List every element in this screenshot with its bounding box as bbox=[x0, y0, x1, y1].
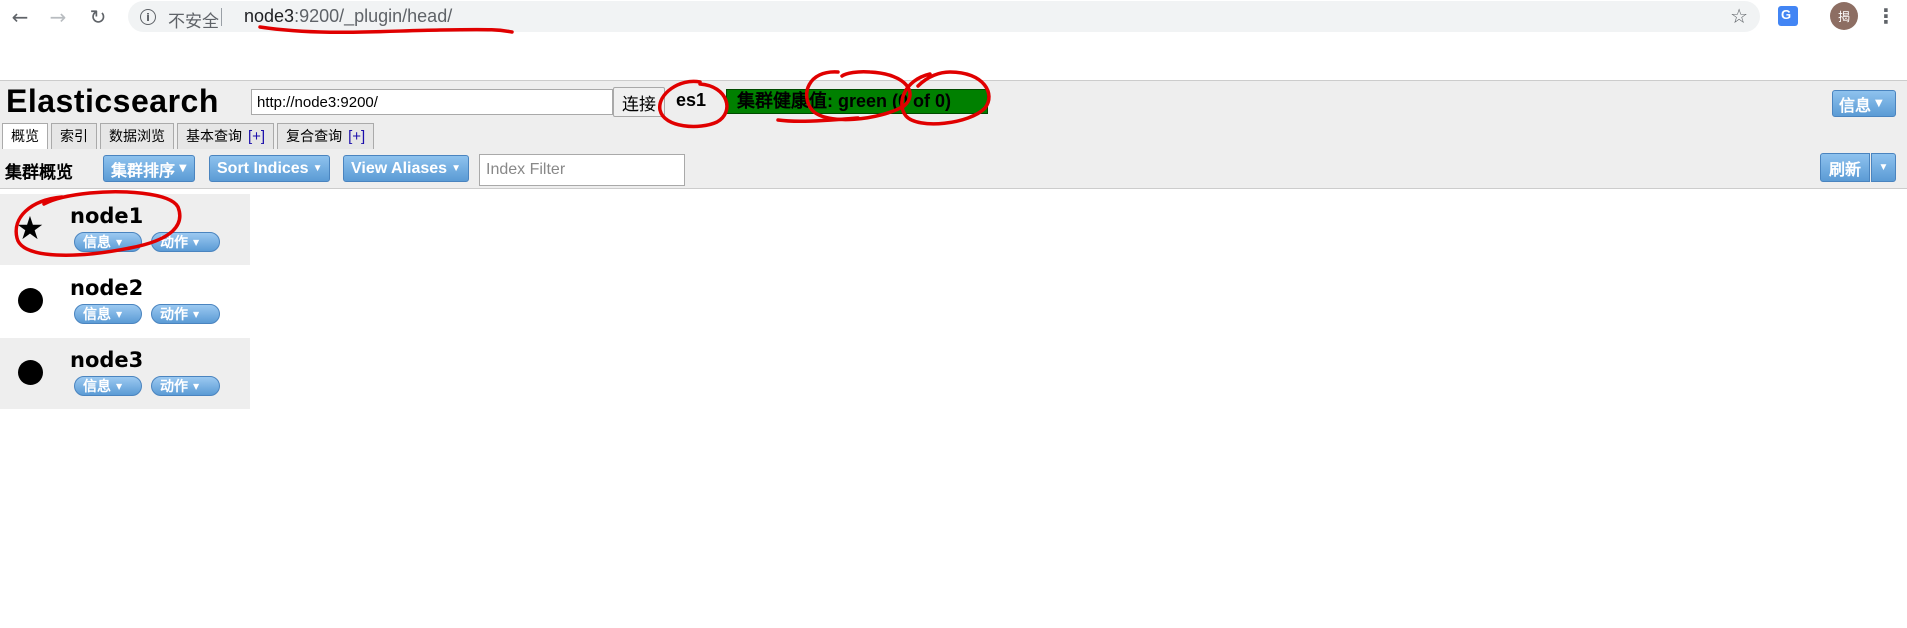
tab-basic-query[interactable]: 基本查询 [+] bbox=[177, 123, 275, 150]
arrow-left-icon: ← bbox=[11, 5, 29, 29]
separator bbox=[221, 8, 222, 26]
node-action-button[interactable]: 动作 ▼ bbox=[151, 304, 220, 324]
url-path: :9200/_plugin/head/ bbox=[294, 6, 453, 26]
tab-compound-query[interactable]: 复合查询 [+] bbox=[277, 123, 375, 150]
caret-down-icon: ▼ bbox=[193, 237, 200, 247]
reload-icon: ↻ bbox=[89, 5, 107, 29]
back-button[interactable]: ← bbox=[8, 5, 32, 29]
overview-title: 集群概览 bbox=[5, 163, 73, 183]
node-info-button[interactable]: 信息 ▼ bbox=[74, 376, 142, 396]
url-host: node3 bbox=[244, 6, 295, 26]
caret-down-icon: ▼ bbox=[179, 163, 187, 174]
arrow-right-icon: → bbox=[49, 5, 67, 29]
info-icon[interactable]: i bbox=[140, 9, 156, 25]
tab-add-link[interactable]: [+] bbox=[248, 128, 265, 145]
info-menu-label: 信息 bbox=[1839, 95, 1872, 115]
es-header: Elasticsearch 连接 es1 集群健康值: green (0 of … bbox=[0, 80, 1907, 151]
sort-indices-label: Sort Indices bbox=[217, 159, 309, 177]
master-star-icon: ★ bbox=[15, 209, 45, 247]
tab-browser[interactable]: 数据浏览 bbox=[100, 123, 174, 150]
sort-cluster-label: 集群排序 bbox=[111, 160, 176, 180]
security-status[interactable]: 不安全 bbox=[168, 7, 219, 32]
cluster-name: es1 bbox=[676, 90, 707, 110]
tab-label: 索引 bbox=[60, 129, 88, 145]
address-bar[interactable]: i 不安全 node3:9200/_plugin/head/ ☆ bbox=[128, 1, 1760, 32]
view-aliases-button[interactable]: View Aliases ▼ bbox=[343, 155, 469, 182]
node-action-label: 动作 bbox=[160, 379, 188, 395]
node-row: node3 信息 ▼ 动作 ▼ bbox=[0, 338, 250, 409]
node-action-label: 动作 bbox=[160, 235, 188, 251]
node-action-label: 动作 bbox=[160, 307, 188, 323]
node-row: ★ node1 信息 ▼ 动作 ▼ bbox=[0, 194, 250, 265]
node-info-label: 信息 bbox=[83, 307, 111, 323]
node-row: node2 信息 ▼ 动作 ▼ bbox=[0, 266, 250, 337]
caret-down-icon: ▼ bbox=[312, 163, 323, 174]
sort-cluster-button[interactable]: 集群排序 ▼ bbox=[103, 155, 195, 182]
node-name: node1 bbox=[70, 204, 144, 228]
cluster-health-badge: 集群健康值: green (0 of 0) bbox=[726, 89, 988, 114]
tab-add-link[interactable]: [+] bbox=[348, 128, 365, 145]
node-info-label: 信息 bbox=[83, 235, 111, 251]
tab-overview[interactable]: 概览 bbox=[2, 123, 48, 151]
caret-down-icon: ▼ bbox=[451, 163, 461, 174]
avatar[interactable]: 揭 bbox=[1830, 2, 1858, 30]
connect-button[interactable]: 连接 bbox=[613, 87, 665, 117]
tab-bar: 概览 索引 数据浏览 基本查询 [+] 复合查询 [+] bbox=[2, 123, 377, 151]
reload-button[interactable]: ↻ bbox=[86, 5, 110, 29]
cluster-url-input[interactable] bbox=[251, 89, 613, 115]
index-filter-input[interactable] bbox=[479, 154, 685, 186]
node-info-button[interactable]: 信息 ▼ bbox=[74, 304, 142, 324]
app-title: Elasticsearch bbox=[6, 83, 219, 119]
node-info-button[interactable]: 信息 ▼ bbox=[74, 232, 142, 252]
view-aliases-label: View Aliases bbox=[351, 159, 448, 177]
overview-toolbar: 集群概览 集群排序 ▼ Sort Indices ▼ View Aliases … bbox=[0, 149, 1907, 189]
tab-label: 概览 bbox=[11, 129, 39, 145]
node-action-button[interactable]: 动作 ▼ bbox=[151, 376, 220, 396]
tab-indices[interactable]: 索引 bbox=[51, 123, 97, 150]
circle-icon bbox=[16, 286, 44, 314]
caret-down-icon: ▼ bbox=[116, 237, 123, 247]
caret-down-icon: ▼ bbox=[116, 381, 123, 391]
kebab-menu-icon[interactable]: ⋮ bbox=[1876, 4, 1896, 28]
node-info-label: 信息 bbox=[83, 379, 111, 395]
node-name: node2 bbox=[70, 276, 144, 300]
tab-label: 复合查询 bbox=[286, 129, 343, 145]
caret-down-icon: ▼ bbox=[1875, 98, 1883, 109]
refresh-button[interactable]: 刷新 bbox=[1820, 153, 1870, 182]
url-text[interactable]: node3:9200/_plugin/head/ bbox=[244, 6, 452, 27]
caret-down-icon: ▼ bbox=[1878, 162, 1889, 173]
bookmark-star-icon[interactable]: ☆ bbox=[1730, 4, 1748, 28]
circle-icon bbox=[16, 358, 44, 386]
tab-label: 基本查询 bbox=[186, 129, 242, 145]
sort-indices-button[interactable]: Sort Indices ▼ bbox=[209, 155, 331, 182]
tab-label: 数据浏览 bbox=[109, 129, 165, 145]
caret-down-icon: ▼ bbox=[116, 309, 123, 319]
node-action-button[interactable]: 动作 ▼ bbox=[151, 232, 220, 252]
google-translate-icon[interactable] bbox=[1778, 6, 1798, 26]
caret-down-icon: ▼ bbox=[193, 381, 200, 391]
info-menu-button[interactable]: 信息 ▼ bbox=[1832, 90, 1896, 117]
forward-button[interactable]: → bbox=[46, 5, 70, 29]
refresh-options-button[interactable]: ▼ bbox=[1871, 153, 1896, 182]
caret-down-icon: ▼ bbox=[193, 309, 200, 319]
node-name: node3 bbox=[70, 348, 144, 372]
browser-toolbar: ← → ↻ i 不安全 node3:9200/_plugin/head/ ☆ 揭… bbox=[0, 0, 1907, 34]
